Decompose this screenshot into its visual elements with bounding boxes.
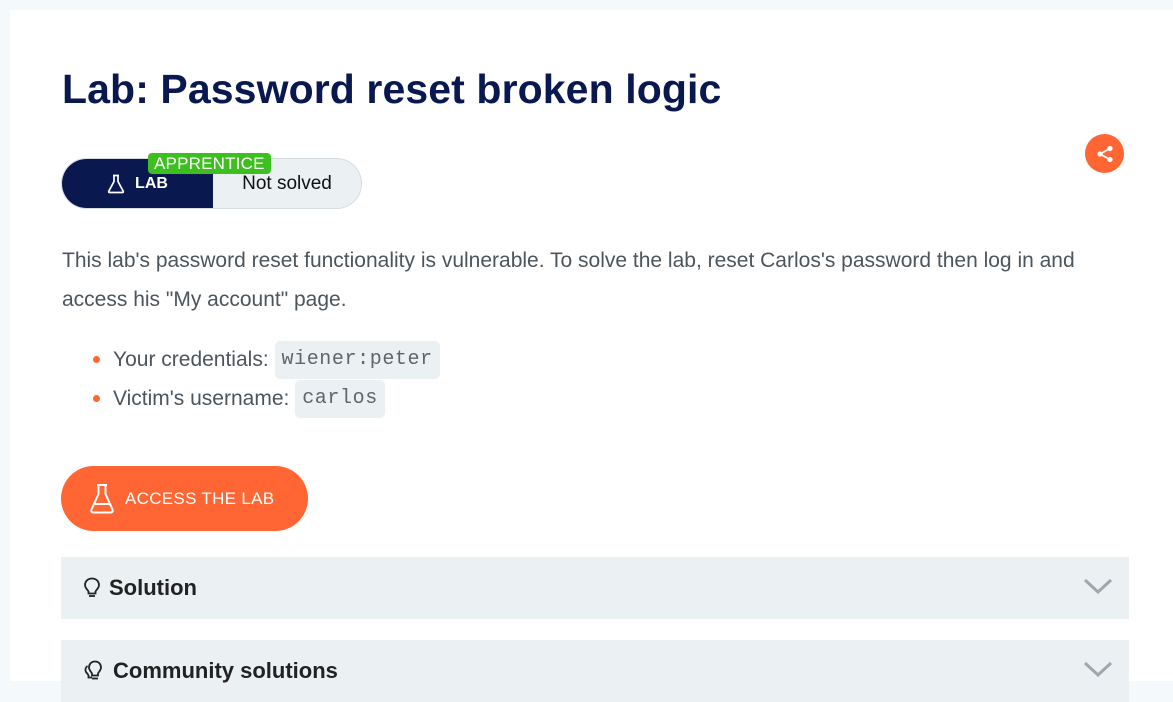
lab-card: Lab: Password reset broken logic LAB Not… xyxy=(10,10,1173,702)
solution-accordion[interactable]: Solution xyxy=(61,557,1129,619)
chevron-down-icon xyxy=(1083,661,1113,678)
badge-lab-label: LAB xyxy=(135,174,168,192)
lightbulb-icon xyxy=(83,577,101,599)
lightbulbs-icon xyxy=(83,660,105,682)
chevron-down-icon xyxy=(1083,578,1113,595)
list-item: Victim's username: carlos xyxy=(62,379,440,419)
credential-code: carlos xyxy=(295,380,385,419)
access-lab-button[interactable]: ACCESS THE LAB xyxy=(61,466,308,531)
community-solutions-accordion[interactable]: Community solutions xyxy=(61,640,1129,702)
credentials-list: Your credentials: wiener:peter Victim's … xyxy=(62,340,440,419)
credential-label: Your credentials: xyxy=(113,348,269,371)
credential-code: wiener:peter xyxy=(274,341,440,380)
credential-label: Victim's username: xyxy=(113,387,290,410)
page-title: Lab: Password reset broken logic xyxy=(62,66,722,112)
lab-description: This lab's password reset functionality … xyxy=(62,249,1075,311)
accordion-title: Community solutions xyxy=(113,658,338,683)
share-button[interactable] xyxy=(1085,134,1124,173)
share-icon xyxy=(1096,145,1113,162)
flask-icon xyxy=(90,483,114,513)
list-item: Your credentials: wiener:peter xyxy=(62,340,440,380)
lab-status-badge: LAB Not solved APPRENTICE xyxy=(61,153,362,209)
accordion-title: Solution xyxy=(109,575,197,600)
access-lab-label: ACCESS THE LAB xyxy=(125,488,275,508)
level-tag: APPRENTICE xyxy=(148,153,271,174)
flask-icon xyxy=(107,174,125,193)
